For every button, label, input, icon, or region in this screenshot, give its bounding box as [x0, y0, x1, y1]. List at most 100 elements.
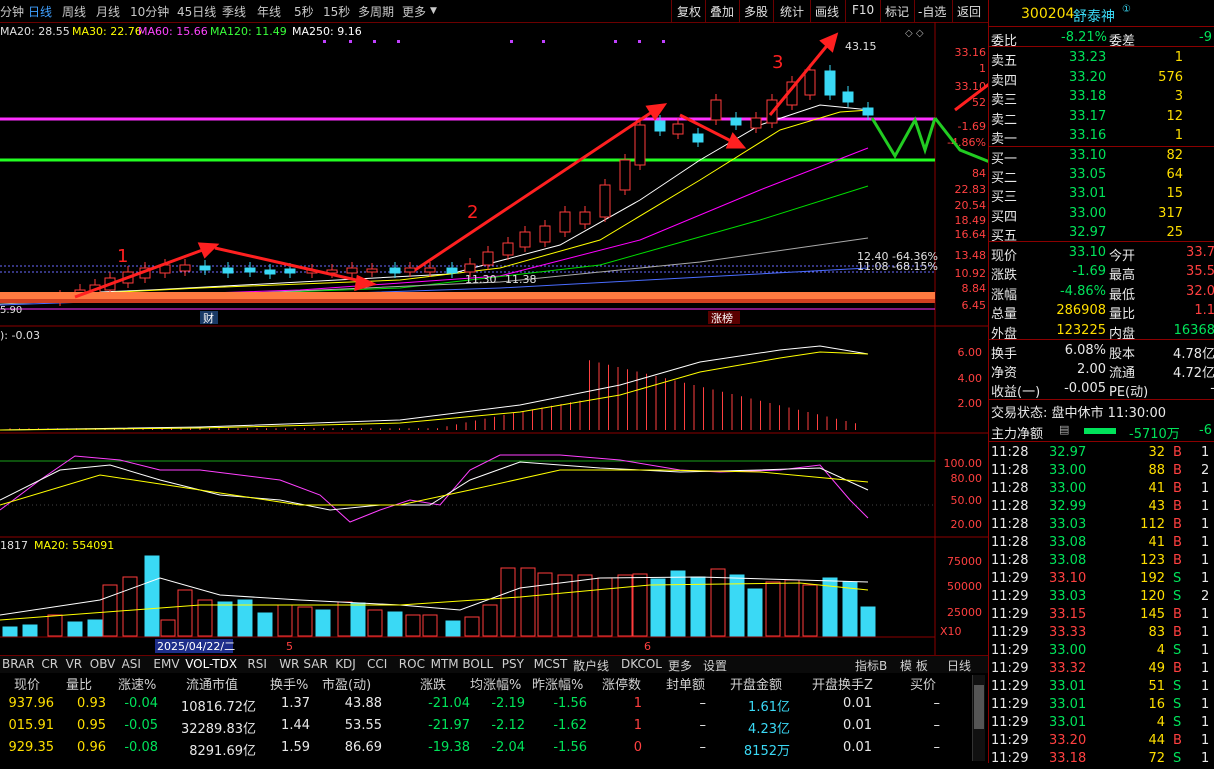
ma30-legend: MA30: 22.76 [72, 25, 142, 38]
table-header[interactable]: 涨停数 [602, 674, 641, 693]
svg-text:20.54: 20.54 [955, 199, 987, 212]
statistics-button[interactable]: 统计 [780, 3, 804, 20]
table-header[interactable]: 涨跌 [420, 674, 446, 693]
table-header[interactable]: 开盘金额 [730, 674, 782, 693]
table-icon[interactable]: ▤ [1059, 423, 1069, 436]
period-more[interactable]: 更多 [402, 3, 426, 20]
svg-text:33.16: 33.16 [955, 46, 987, 59]
tick-row: 11:29 33.00 4 S 1 [991, 643, 1210, 658]
period-10min[interactable]: 10分钟 [130, 3, 169, 20]
indicator-tab[interactable]: SAR [303, 657, 327, 671]
draw-line-button[interactable]: 画线 [815, 3, 839, 20]
wave-label-1: 1 [117, 246, 128, 267]
tab-right-0[interactable]: 指标B [855, 657, 887, 674]
indicator-tab[interactable]: BOLL [462, 657, 493, 671]
f10-button[interactable]: F10 [852, 3, 874, 17]
pct-label-2: 11.08 -68.15% [857, 260, 938, 273]
indicator-tab[interactable]: VOL-TDX [185, 657, 237, 671]
table-header[interactable]: 封单额 [666, 674, 705, 693]
table-cell: -0.08 [124, 740, 158, 755]
quote-row: 涨跌 -1.69 最高 35.5 [991, 264, 1214, 284]
period-multi[interactable]: 多周期 [358, 3, 394, 20]
fundamental-row: 净资 2.00 流通 4.72亿 [991, 362, 1214, 381]
table-header[interactable]: 昨涨幅% [532, 674, 583, 693]
indicator-tab[interactable]: 更多 [668, 657, 692, 674]
indicator-tab[interactable]: OBV [90, 657, 116, 671]
period-weekly[interactable]: 周线 [62, 3, 86, 20]
table-header[interactable]: 流通市值 [186, 674, 238, 693]
svg-text:4.00: 4.00 [958, 372, 983, 385]
restore-rights-button[interactable]: 复权 [677, 3, 701, 20]
weibi-value: -8.21% [1061, 30, 1107, 45]
trade-status: 交易状态: 盘中休市 11:30:00 [991, 406, 1167, 421]
period-minute[interactable]: 分钟 [0, 3, 24, 20]
table-cell: 0.01 [843, 718, 872, 733]
table-header[interactable]: 换手% [270, 674, 308, 693]
limit-list-tag[interactable]: 涨榜 [711, 311, 733, 325]
indicator-tab[interactable]: EMV [153, 657, 179, 671]
table-cell: -21.04 [428, 696, 470, 711]
tick-row: 11:29 33.01 51 S 1 [991, 679, 1210, 694]
period-monthly[interactable]: 月线 [96, 3, 120, 20]
scrollbar-thumb[interactable] [974, 685, 984, 729]
table-header[interactable]: 买价 [910, 674, 936, 693]
table-cell: 43.88 [344, 696, 382, 711]
tick-row: 11:28 33.00 88 B 2 [991, 463, 1210, 478]
table-cell: – [699, 740, 707, 755]
period-5s[interactable]: 5秒 [294, 3, 314, 20]
indicator-tab[interactable]: 设置 [703, 657, 727, 674]
table-header[interactable]: 涨速% [118, 674, 156, 693]
period-daily[interactable]: 日线 [28, 3, 52, 20]
table-header[interactable]: 均涨幅% [470, 674, 521, 693]
indicator-tab[interactable]: CCI [367, 657, 387, 671]
mark-button[interactable]: 标记 [885, 3, 909, 20]
table-header[interactable]: 市盈(动) [322, 674, 371, 693]
period-quarterly[interactable]: 季线 [222, 3, 246, 20]
period-45day[interactable]: 45日线 [177, 3, 216, 20]
table-header[interactable]: 开盘换手Z [812, 674, 873, 693]
bid-row: 买四 33.00 317 [991, 205, 1183, 225]
indicator-tab[interactable]: BRAR [2, 657, 35, 671]
tick-row: 11:29 33.10 192 S 1 [991, 571, 1210, 586]
indicator-tab[interactable]: MTM [431, 657, 459, 671]
ask-row: 卖三 33.18 3 [991, 89, 1183, 108]
kline-chart[interactable]: MA20: 28.55 MA30: 22.76 MA60: 15.66 MA12… [0, 22, 988, 655]
indicator-tab[interactable]: ASI [122, 657, 141, 671]
table-scrollbar[interactable] [972, 675, 985, 761]
indicator-tab[interactable]: WR [279, 657, 299, 671]
indicator-tab[interactable]: KDJ [335, 657, 356, 671]
indicator-tab[interactable]: 散户线 [573, 657, 609, 674]
info-icon[interactable]: ① [1122, 4, 1131, 15]
overlay-button[interactable]: 叠加 [710, 3, 734, 20]
low-price-label: 5.90 [0, 305, 22, 316]
svg-text:50.00: 50.00 [951, 494, 983, 507]
table-cell: 8291.69亿 [189, 744, 256, 759]
table-header[interactable]: 现价 [14, 674, 40, 693]
remove-watchlist-button[interactable]: -自选 [918, 3, 946, 20]
finance-tag[interactable]: 财 [203, 311, 214, 325]
indicator-tab[interactable]: RSI [247, 657, 267, 671]
indicator-tab[interactable]: PSY [502, 657, 524, 671]
table-header[interactable]: 量比 [66, 674, 92, 693]
indicator-tab[interactable]: MCST [534, 657, 568, 671]
period-yearly[interactable]: 年线 [257, 3, 281, 20]
tab-right-1[interactable]: 模 板 [900, 657, 928, 674]
indicator-tab[interactable]: DKCOL [621, 657, 662, 671]
tick-row: 11:28 33.08 41 B 1 [991, 535, 1210, 550]
indicator-tab[interactable]: ROC [399, 657, 425, 671]
table-cell: – [933, 696, 941, 711]
table-cell: 929.35 [8, 740, 55, 755]
multi-stock-button[interactable]: 多股 [744, 3, 768, 20]
table-cell: -0.04 [124, 696, 158, 711]
tick-row: 11:28 33.00 41 B 1 [991, 481, 1210, 496]
indicator-tab[interactable]: CR [41, 657, 58, 671]
indicator-tab[interactable]: VR [66, 657, 83, 671]
table-cell: 0 [633, 740, 642, 755]
more-chevron-icon[interactable]: ▼ [430, 6, 437, 16]
tab-right-2[interactable]: 日线 [947, 657, 971, 674]
back-button[interactable]: 返回 [957, 3, 981, 20]
table-cell: 0.01 [843, 740, 872, 755]
table-cell: 0.95 [77, 718, 106, 733]
stock-code: 300204 [1021, 6, 1075, 22]
period-15s[interactable]: 15秒 [323, 3, 350, 20]
